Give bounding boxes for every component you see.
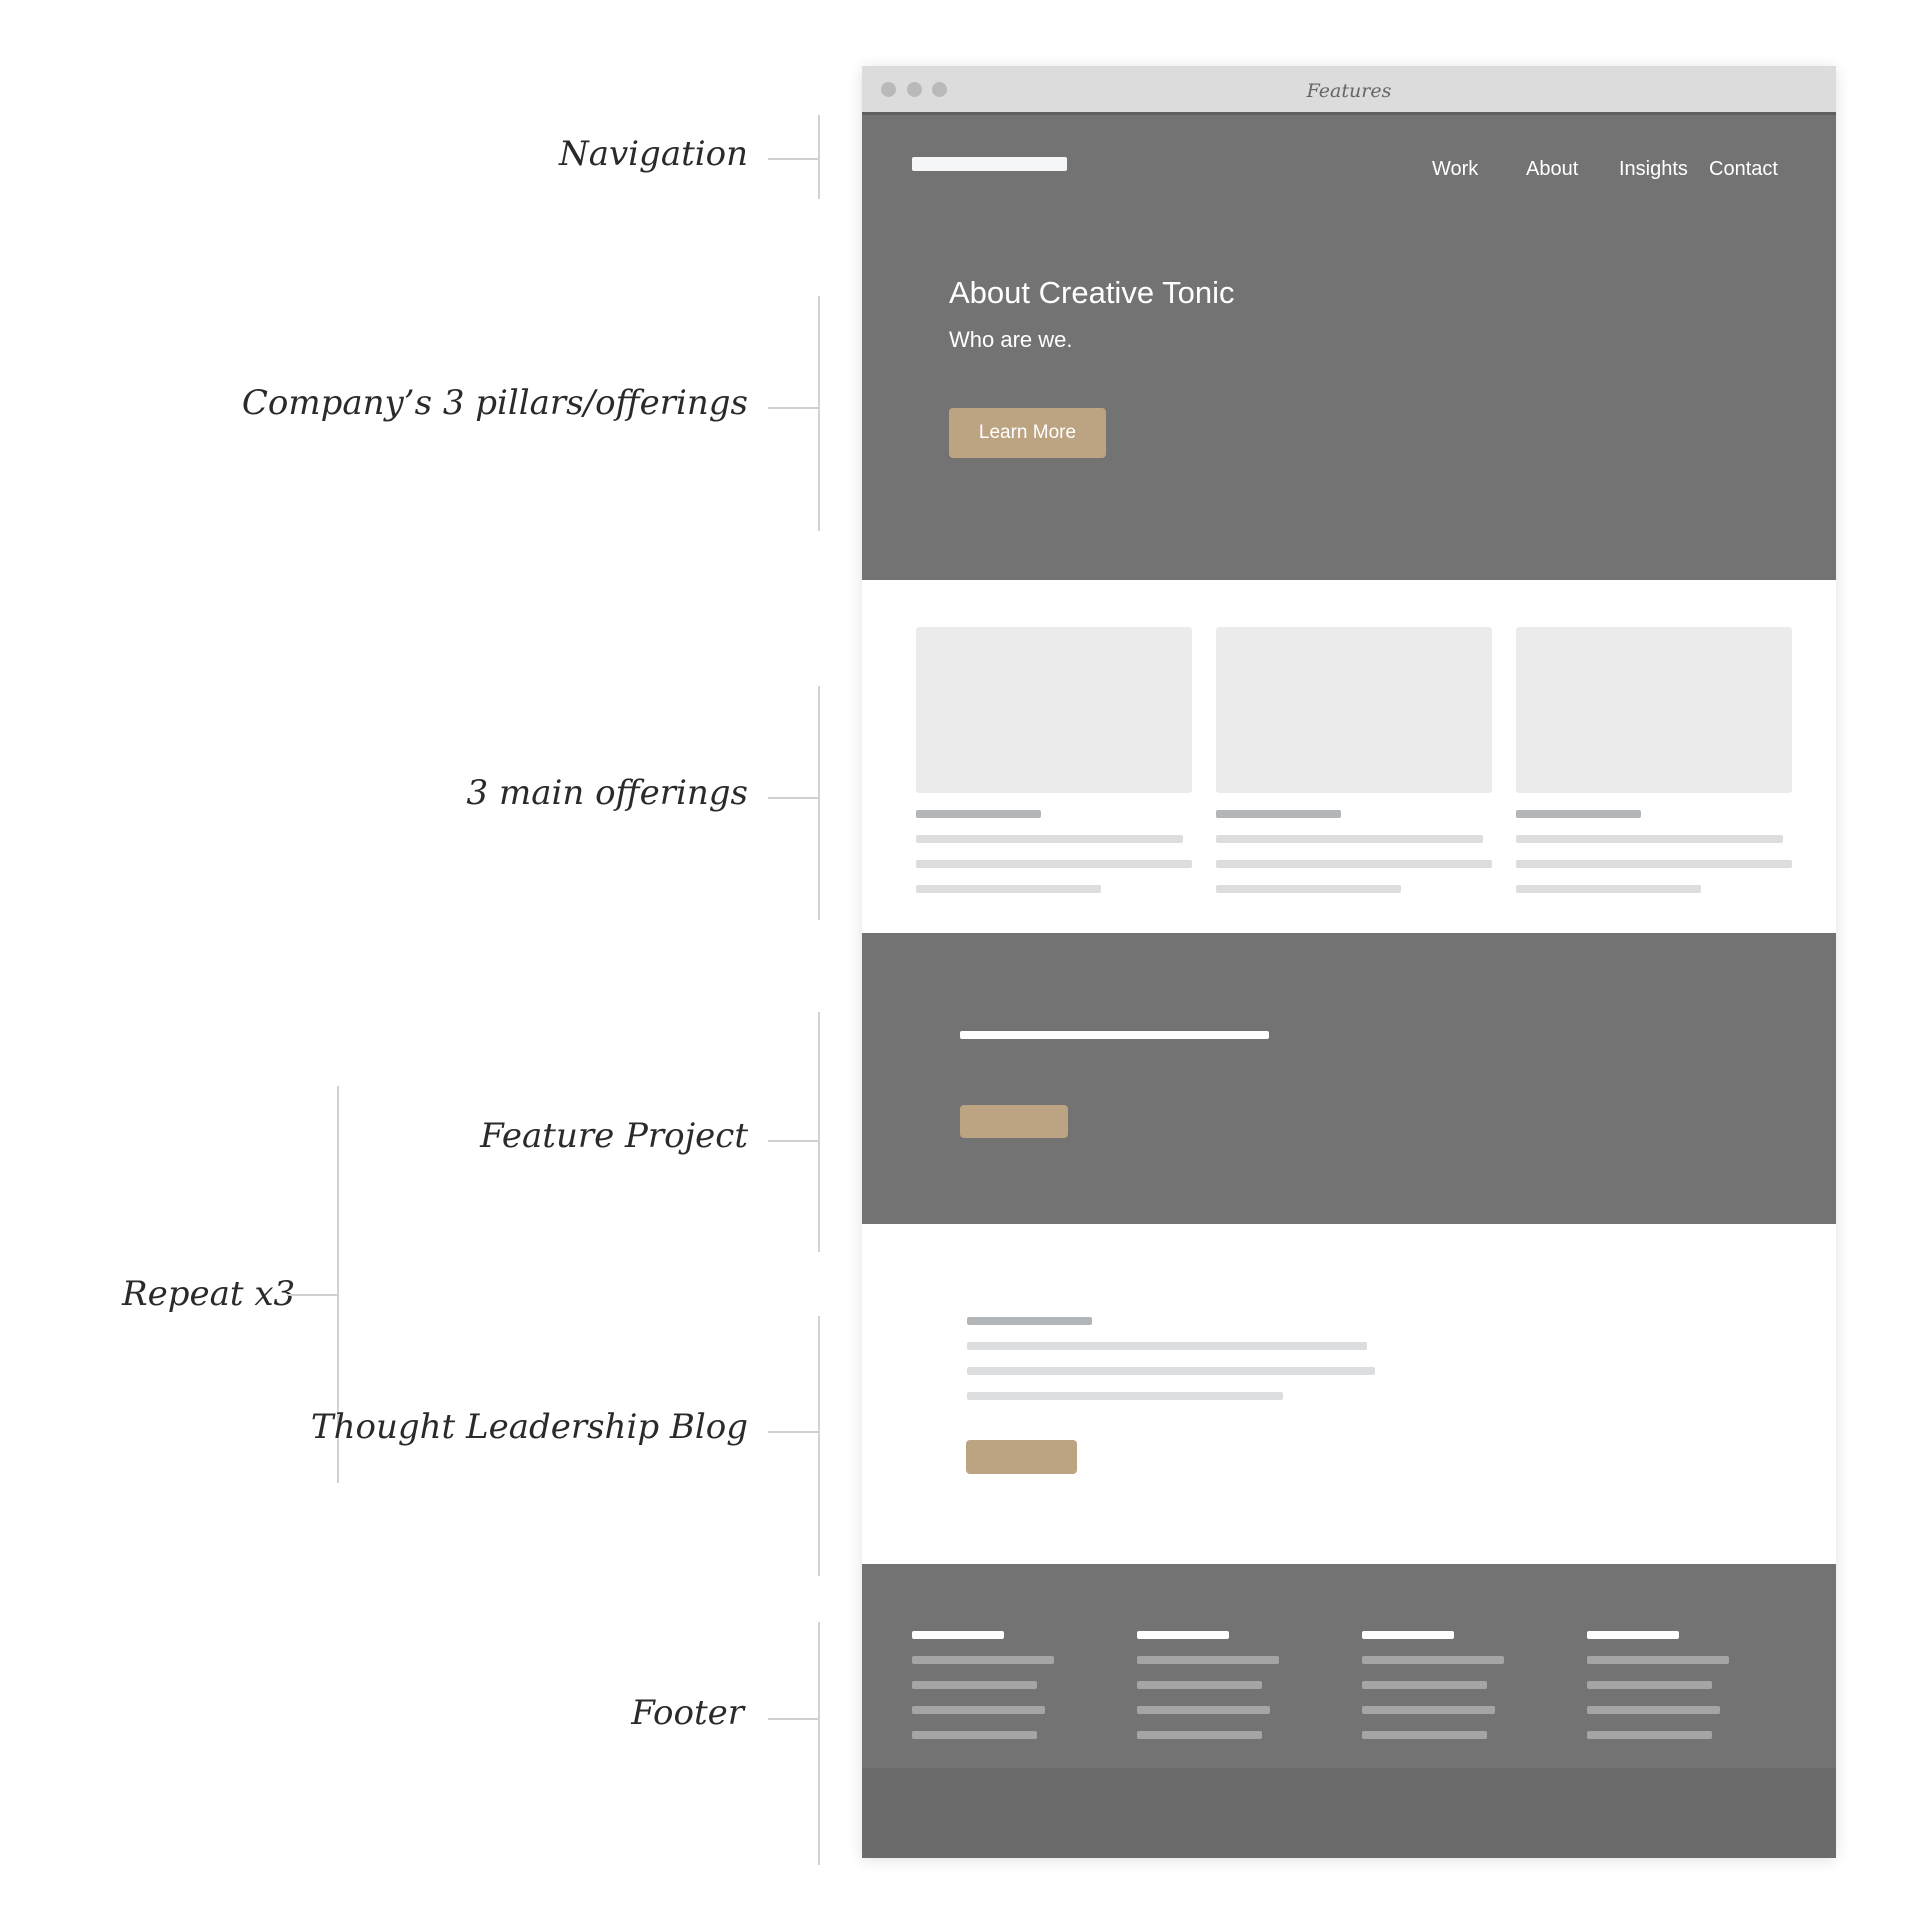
offering-card[interactable]	[1516, 627, 1792, 893]
offering-image-placeholder	[1216, 627, 1492, 793]
footer-link-placeholder[interactable]	[912, 1706, 1045, 1714]
feature-title-placeholder	[960, 1031, 1269, 1039]
footer-heading-placeholder	[1137, 1631, 1229, 1639]
annotation-navigation: Navigation	[558, 134, 748, 174]
annotation-feature-project: Feature Project	[480, 1116, 748, 1156]
annotation-repeat: Repeat x3	[122, 1274, 296, 1314]
offering-image-placeholder	[916, 627, 1192, 793]
hero-title: About Creative Tonic	[949, 275, 1235, 310]
blog-read-button[interactable]	[966, 1440, 1077, 1474]
footer-link-placeholder[interactable]	[1137, 1681, 1262, 1689]
offerings-section	[862, 580, 1836, 933]
footer-section	[862, 1564, 1836, 1768]
annotation-tick-feature-project	[768, 1140, 818, 1142]
offering-text-line	[916, 860, 1192, 868]
feature-project-section	[862, 933, 1836, 1224]
footer-link-placeholder[interactable]	[1137, 1731, 1262, 1739]
feature-project-button[interactable]	[960, 1105, 1068, 1138]
site-logo-placeholder[interactable]	[912, 157, 1067, 171]
footer-bottom-bar	[862, 1768, 1836, 1858]
blog-text-line	[967, 1342, 1367, 1350]
footer-link-placeholder[interactable]	[1362, 1656, 1504, 1664]
footer-link-placeholder[interactable]	[1362, 1731, 1487, 1739]
offering-title-placeholder	[1216, 810, 1341, 818]
offering-title-placeholder	[916, 810, 1041, 818]
hero-subtitle: Who are we.	[949, 327, 1073, 352]
browser-tab-title: Features	[1306, 80, 1392, 102]
offering-title-placeholder	[1516, 810, 1641, 818]
annotation-bracket-pillars	[818, 296, 820, 531]
footer-heading-placeholder	[1362, 1631, 1454, 1639]
offering-text-line	[916, 835, 1183, 843]
footer-link-placeholder[interactable]	[1362, 1681, 1487, 1689]
browser-window: Features Work About Insights Contact Abo…	[862, 66, 1836, 1858]
browser-titlebar: Features	[862, 66, 1836, 115]
footer-link-placeholder[interactable]	[1362, 1706, 1495, 1714]
annotation-tick-repeat	[287, 1294, 337, 1296]
annotation-footer: Footer	[631, 1693, 744, 1733]
footer-link-placeholder[interactable]	[1587, 1681, 1712, 1689]
offering-text-line	[1216, 885, 1401, 893]
nav-link-work[interactable]: Work	[1432, 158, 1478, 181]
annotation-bracket-navigation	[818, 115, 820, 199]
offering-text-line	[1516, 860, 1792, 868]
annotation-offerings: 3 main offerings	[466, 773, 748, 813]
annotation-bracket-offerings	[818, 686, 820, 920]
annotation-blog: Thought Leadership Blog	[310, 1407, 748, 1447]
footer-link-placeholder[interactable]	[1137, 1656, 1279, 1664]
footer-heading-placeholder	[912, 1631, 1004, 1639]
footer-link-placeholder[interactable]	[1587, 1731, 1712, 1739]
offering-card[interactable]	[916, 627, 1192, 893]
footer-link-placeholder[interactable]	[1587, 1656, 1729, 1664]
annotation-tick-navigation	[768, 158, 818, 160]
annotation-pillars: Company’s 3 pillars/offerings	[241, 383, 748, 423]
annotation-tick-pillars	[768, 407, 818, 409]
offering-card[interactable]	[1216, 627, 1492, 893]
offering-text-line	[1516, 835, 1783, 843]
footer-link-placeholder[interactable]	[912, 1731, 1037, 1739]
offering-image-placeholder	[1516, 627, 1792, 793]
annotation-bracket-feature-project	[818, 1012, 820, 1252]
blog-section	[862, 1224, 1836, 1564]
annotation-tick-footer	[768, 1718, 818, 1720]
blog-text-line	[967, 1392, 1283, 1400]
offering-text-line	[1516, 885, 1701, 893]
footer-link-placeholder[interactable]	[912, 1656, 1054, 1664]
annotation-tick-offerings	[768, 797, 818, 799]
blog-text-line	[967, 1367, 1375, 1375]
hero-section: Work About Insights Contact About Creati…	[862, 115, 1836, 580]
nav-link-insights[interactable]: Insights	[1619, 158, 1688, 181]
annotation-bracket-blog	[818, 1316, 820, 1576]
learn-more-button[interactable]: Learn More	[949, 408, 1106, 458]
blog-title-placeholder	[967, 1317, 1092, 1325]
nav-link-about[interactable]: About	[1526, 158, 1578, 181]
offering-text-line	[916, 885, 1101, 893]
footer-link-placeholder[interactable]	[912, 1681, 1037, 1689]
offering-text-line	[1216, 860, 1492, 868]
footer-link-placeholder[interactable]	[1137, 1706, 1270, 1714]
footer-link-placeholder[interactable]	[1587, 1706, 1720, 1714]
annotation-bracket-footer	[818, 1622, 820, 1865]
nav-link-contact[interactable]: Contact	[1709, 158, 1778, 181]
offering-text-line	[1216, 835, 1483, 843]
annotation-tick-blog	[768, 1431, 818, 1433]
footer-heading-placeholder	[1587, 1631, 1679, 1639]
